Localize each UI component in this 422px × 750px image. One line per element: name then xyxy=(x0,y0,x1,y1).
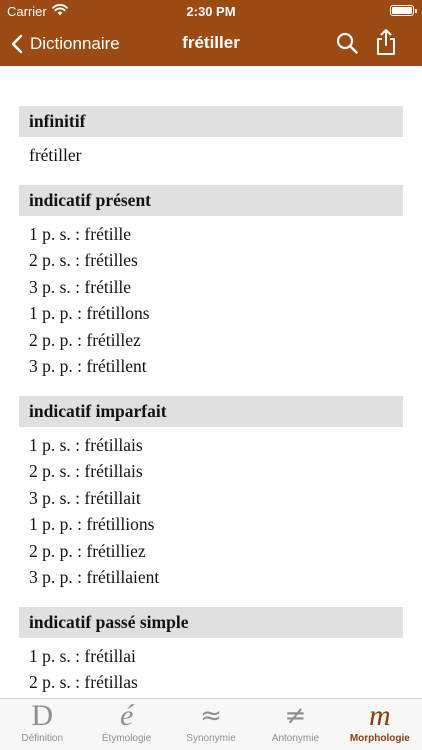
tab-label: Antonymie xyxy=(271,733,320,744)
conjugation-form: 1 p. p. : frétillons xyxy=(29,303,150,323)
conjugation-section: indicatif présent 1 p. s. : frétille 2 p. … xyxy=(0,184,422,380)
morphology-icon: m xyxy=(368,699,391,732)
conjugation-form: 1 p. p. : frétillions xyxy=(29,514,155,534)
conjugation-form: 3 p. s. : frétille xyxy=(29,276,132,297)
conjugation-form: 3 p. s. : frétillait xyxy=(29,487,141,508)
status-bar: Carrier 2:30 PM xyxy=(0,0,422,22)
conjugation-form: frétiller xyxy=(29,145,82,165)
conjugation-form: 2 p. p. : frétillez xyxy=(29,329,141,350)
page-title: frétiller xyxy=(182,33,240,52)
conjugation-section: infinitif frétiller xyxy=(0,106,422,169)
tab-label: Définition xyxy=(21,733,64,744)
section-title: infinitif xyxy=(19,106,403,137)
section-rows: 1 p. s. : frétillais 2 p. s. : frétillais… xyxy=(0,427,422,591)
conjugation-form: 1 p. s. : frétillais xyxy=(29,434,143,455)
conjugation-form: 2 p. p. : frétilliez xyxy=(29,540,146,561)
tab-definition[interactable]: D Définition xyxy=(0,699,84,750)
conjugation-section: indicatif imparfait 1 p. s. : frétillais 2… xyxy=(0,395,422,591)
conjugation-section: indicatif passé simple 1 p. s. : frétilla… xyxy=(0,606,422,696)
tab-morphology[interactable]: m Morphologie xyxy=(338,699,422,750)
tab-synonym[interactable]: ≈ Synonymie xyxy=(169,699,253,750)
tab-label: Morphologie xyxy=(349,733,410,744)
conjugation-form: 1 p. s. : frétille xyxy=(29,223,132,244)
section-rows: frétiller xyxy=(0,137,422,169)
conjugation-form: 1 p. s. : frétillai xyxy=(29,645,136,666)
sections-list: infinitif frétiller indicatif présent 1 p. … xyxy=(0,66,422,696)
tab-label: Étymologie xyxy=(101,733,152,744)
tab-label: Synonymie xyxy=(186,733,236,744)
section-rows: 1 p. s. : frétillai 2 p. s. : frétillas xyxy=(0,638,422,696)
conjugation-form: 3 p. p. : frétillent xyxy=(29,356,147,376)
tab-bar: D Définition é Étymologie ≈ Synonymie ≠ Antonym… xyxy=(0,698,422,750)
definition-icon: D xyxy=(31,699,54,732)
navigation-header: Carrier 2:30 PM Dictionnaire frétiller xyxy=(0,0,422,66)
search-icon[interactable] xyxy=(336,32,358,54)
conjugation-form: 3 p. p. : frétillaient xyxy=(29,567,160,587)
battery-icon xyxy=(390,5,417,16)
conjugation-form: 2 p. s. : frétillas xyxy=(29,672,138,692)
share-icon[interactable] xyxy=(375,28,397,56)
antonym-icon: ≠ xyxy=(284,701,307,731)
tab-antonym[interactable]: ≠ Antonymie xyxy=(253,699,337,750)
section-title: indicatif passé simple xyxy=(19,606,403,638)
conjugation-form: 2 p. s. : frétilles xyxy=(29,250,138,270)
section-rows: 1 p. s. : frétille 2 p. s. : frétilles 3 p… xyxy=(0,216,422,380)
section-title: indicatif présent xyxy=(19,184,403,216)
etymology-icon: é xyxy=(119,699,134,732)
synonym-icon: ≈ xyxy=(200,701,222,731)
status-time: 2:30 PM xyxy=(186,4,236,19)
section-title: indicatif imparfait xyxy=(19,395,403,427)
morphology-content[interactable]: infinitif frétiller indicatif présent 1 p. … xyxy=(0,66,422,698)
tab-etymology[interactable]: é Étymologie xyxy=(84,699,168,750)
conjugation-form: 2 p. s. : frétillais xyxy=(29,461,143,481)
